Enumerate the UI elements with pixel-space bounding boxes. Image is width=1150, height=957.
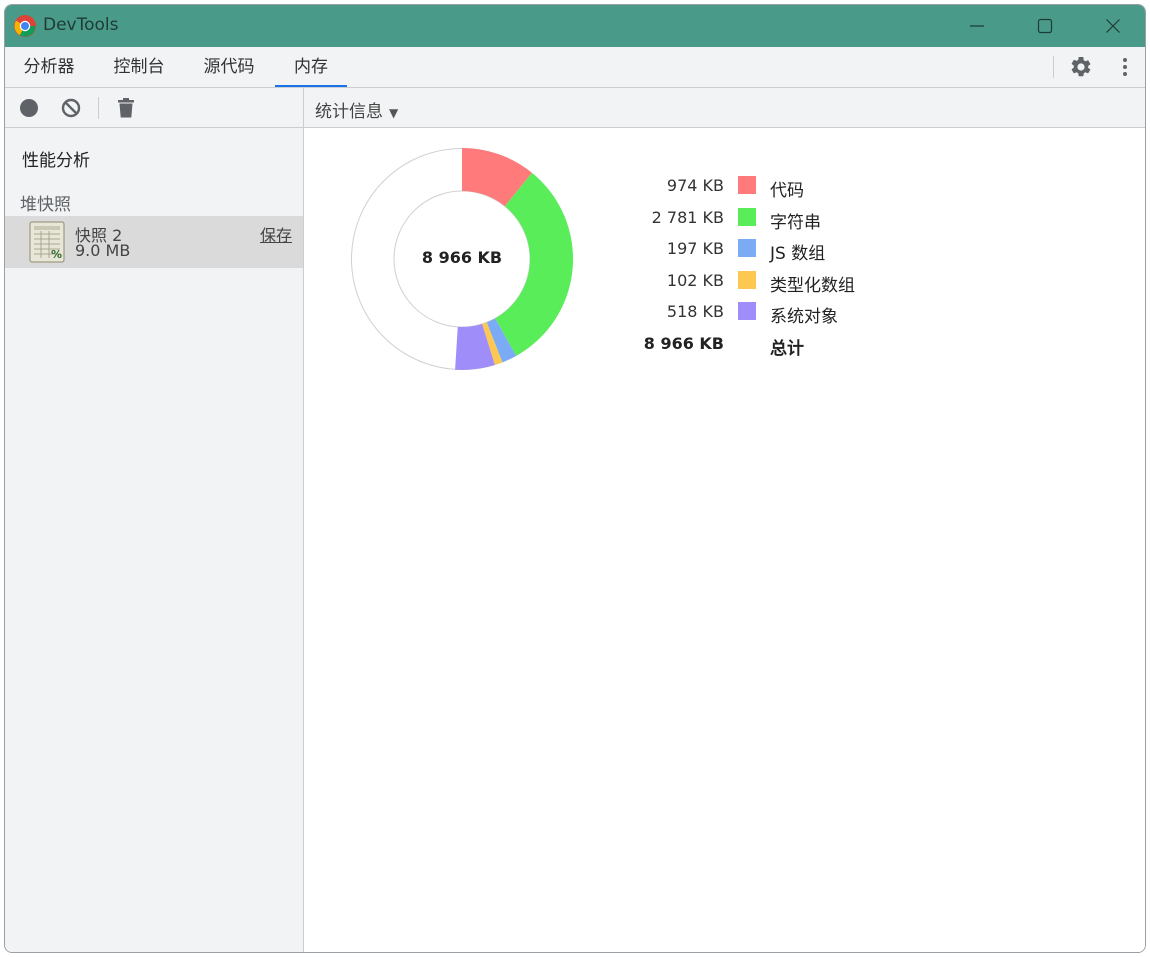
legend-label: 字符串 (770, 212, 821, 233)
dropdown-caret-icon: ▼ (389, 106, 399, 120)
legend-label: 系统对象 (770, 307, 838, 327)
heap-snapshot-group-title: 堆快照 (20, 195, 71, 215)
tab-sources[interactable]: 源代码 (191, 47, 267, 87)
sidebar-toolbar (5, 88, 303, 128)
tab-console[interactable]: 控制台 (101, 47, 177, 87)
legend-value: 197 KB (666, 239, 724, 258)
maximize-button[interactable] (1011, 5, 1079, 47)
legend-swatch (738, 207, 756, 226)
legend-value: 518 KB (666, 302, 724, 321)
clear-all-icon[interactable] (60, 97, 82, 119)
settings-gear-icon[interactable] (1069, 55, 1093, 79)
legend-row: 2 781 KB 字符串 (604, 206, 924, 233)
close-icon (1106, 19, 1120, 33)
chrome-logo-icon (14, 15, 36, 37)
legend-label: 代码 (770, 181, 804, 201)
legend-row: 518 KB 系统对象 (604, 300, 924, 327)
legend-value: 102 KB (666, 270, 724, 290)
maximize-icon (1037, 18, 1053, 34)
toolbar-divider (1053, 56, 1054, 78)
record-icon[interactable] (18, 97, 40, 119)
legend-value: 974 KB (666, 176, 724, 195)
more-options-icon[interactable] (1113, 55, 1137, 79)
close-button[interactable] (1079, 5, 1145, 47)
view-selector-dropdown[interactable]: 统计信息 ▼ (315, 97, 398, 122)
legend-swatch (738, 270, 756, 289)
view-selector-label: 统计信息 (315, 102, 383, 122)
main-toolbar: 统计信息 ▼ (304, 88, 1145, 128)
heap-snapshot-icon: % (29, 221, 65, 263)
legend-swatch (738, 302, 756, 320)
legend-swatch (738, 176, 756, 194)
title-bar[interactable]: DevTools (5, 5, 1145, 47)
memory-statistics-panel: 统计信息 ▼ 8 966 KB 974 KB 代码 2 781 KB 字符串 197 KB… (304, 88, 1145, 952)
legend-label: 总计 (770, 338, 804, 359)
legend-row: 197 KB JS 数组 (604, 237, 924, 264)
donut-center-total: 8 966 KB (421, 248, 503, 267)
save-snapshot-link[interactable]: 保存 (260, 222, 292, 246)
legend-row: 974 KB 代码 (604, 174, 924, 201)
legend-swatch (738, 239, 756, 257)
svg-text:%: % (51, 248, 62, 261)
legend-total-row: 8 966 KB 总计 (604, 332, 924, 359)
window-title: DevTools (43, 15, 119, 35)
minimize-icon (970, 25, 984, 27)
snapshot-list-item[interactable]: % 快照 2 9.0 MB 保存 (5, 216, 303, 268)
profiles-sidebar: 性能分析 堆快照 % 快照 2 9.0 MB 保存 (5, 88, 304, 952)
sidebar-toolbar-divider (98, 97, 99, 119)
snapshot-size: 9.0 MB (75, 241, 131, 260)
legend-value: 8 966 KB (643, 333, 724, 353)
panel-tab-bar: 分析器 控制台 源代码 内存 (5, 47, 1145, 88)
trash-icon[interactable] (115, 97, 137, 119)
legend-row: 102 KB 类型化数组 (604, 269, 924, 296)
profiles-section-title: 性能分析 (22, 151, 90, 171)
legend-value: 2 781 KB (651, 207, 724, 227)
tab-memory[interactable]: 内存 (275, 47, 347, 87)
devtools-window: DevTools 分析器 控制台 源代码 内存 性能分析 堆快照 % 快照 2 … (4, 4, 1146, 953)
legend-label: JS 数组 (770, 244, 826, 264)
minimize-button[interactable] (943, 5, 1011, 47)
tab-profiler[interactable]: 分析器 (11, 47, 87, 87)
legend-label: 类型化数组 (770, 275, 855, 296)
